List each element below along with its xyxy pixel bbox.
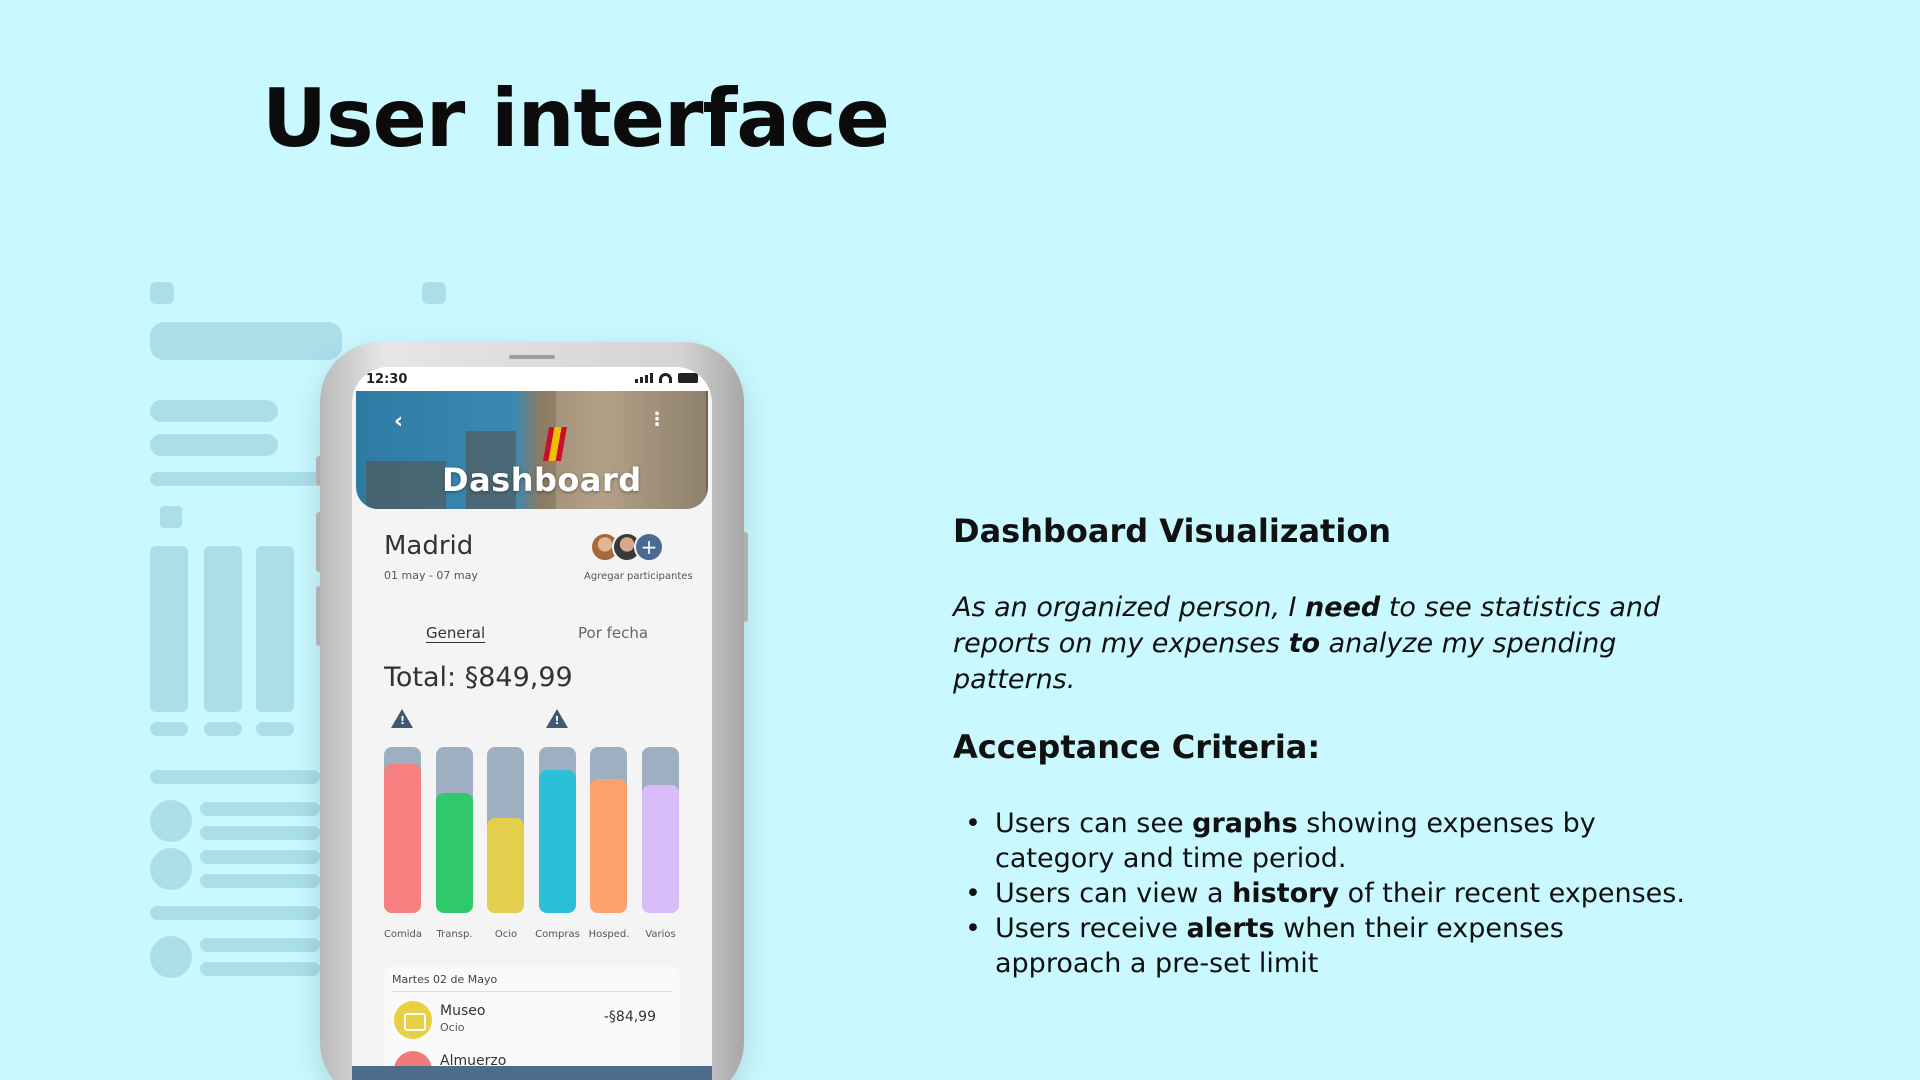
bar-fill — [538, 770, 576, 913]
dashboard-header: ‹ ⋮ Dashboard — [356, 391, 708, 509]
bar-hosped[interactable] — [590, 747, 627, 913]
wifi-icon — [659, 373, 672, 383]
expense-item-name[interactable]: Museo — [440, 1003, 485, 1019]
story-emphasis: need — [1305, 592, 1381, 623]
bar-fill — [590, 779, 627, 913]
bar-compras[interactable] — [538, 747, 576, 913]
status-time: 12:30 — [366, 372, 408, 387]
add-participant-button[interactable]: + — [634, 532, 664, 562]
criteria-text: Users can view a — [995, 878, 1233, 909]
bottom-nav-bar[interactable] — [352, 1066, 712, 1080]
expense-item-amount: -§84,99 — [603, 1009, 656, 1025]
criteria-text: of their recent expenses. — [1339, 878, 1685, 909]
add-participants-label: Agregar participantes — [584, 571, 693, 582]
dashboard-title: Dashboard — [442, 461, 642, 499]
divider — [392, 991, 672, 992]
bar-varios[interactable] — [641, 747, 679, 913]
phone-speaker — [509, 355, 555, 359]
criteria-keyword: graphs — [1192, 808, 1298, 839]
bar-fill — [384, 764, 421, 913]
criteria-keyword: history — [1232, 878, 1340, 909]
expense-list: Martes 02 de Mayo Museo Ocio -§84,99 Alm… — [384, 967, 680, 1080]
bar-fill — [487, 818, 524, 913]
participants-avatars[interactable]: + — [590, 532, 664, 562]
story-emphasis: to — [1288, 628, 1321, 659]
story-text: As an organized person, I — [953, 592, 1306, 623]
chevron-left-icon[interactable]: ‹ — [394, 409, 403, 434]
story-heading: Dashboard Visualization — [953, 512, 1392, 550]
warning-icon[interactable]: ! — [545, 709, 568, 728]
phone-screen: 12:30 ‹ ⋮ Dashboard Madrid 01 may - 07 m… — [352, 367, 712, 1080]
status-bar: 12:30 — [352, 367, 712, 391]
list-date-header: Martes 02 de Mayo — [392, 973, 498, 986]
warning-icon[interactable]: ! — [391, 709, 413, 728]
bar-transp[interactable] — [435, 747, 473, 913]
slide-title: User interface — [262, 72, 890, 165]
bar-label: Varios — [645, 929, 676, 940]
bar-comida[interactable] — [384, 747, 421, 913]
criteria-text: Users can see — [995, 808, 1193, 839]
bar-fill — [641, 785, 679, 913]
tab-general[interactable]: General — [426, 624, 485, 642]
criteria-heading: Acceptance Criteria: — [953, 728, 1321, 766]
bar-fill — [435, 793, 473, 913]
trip-dates: 01 may - 07 may — [384, 569, 478, 582]
ticket-icon — [394, 1001, 432, 1039]
more-vertical-icon[interactable]: ⋮ — [648, 409, 666, 430]
user-story: As an organized person, I need to see st… — [953, 590, 1673, 698]
expense-item-category: Ocio — [440, 1021, 465, 1034]
total-amount: Total: §849,99 — [384, 662, 573, 693]
signal-icon — [635, 373, 653, 383]
criteria-item: Users can see graphs showing expenses by… — [953, 806, 1693, 876]
criteria-item: Users can view a history of their recent… — [953, 876, 1693, 911]
criteria-keyword: alerts — [1186, 913, 1275, 944]
acceptance-criteria-list: Users can see graphs showing expenses by… — [953, 806, 1693, 981]
tab-por-fecha[interactable]: Por fecha — [578, 624, 648, 642]
criteria-text: Users receive — [995, 913, 1187, 944]
battery-icon — [678, 373, 698, 383]
bar-ocio[interactable] — [487, 747, 524, 913]
criteria-item: Users receive alerts when their expenses… — [953, 911, 1693, 981]
trip-name: Madrid — [384, 531, 474, 561]
